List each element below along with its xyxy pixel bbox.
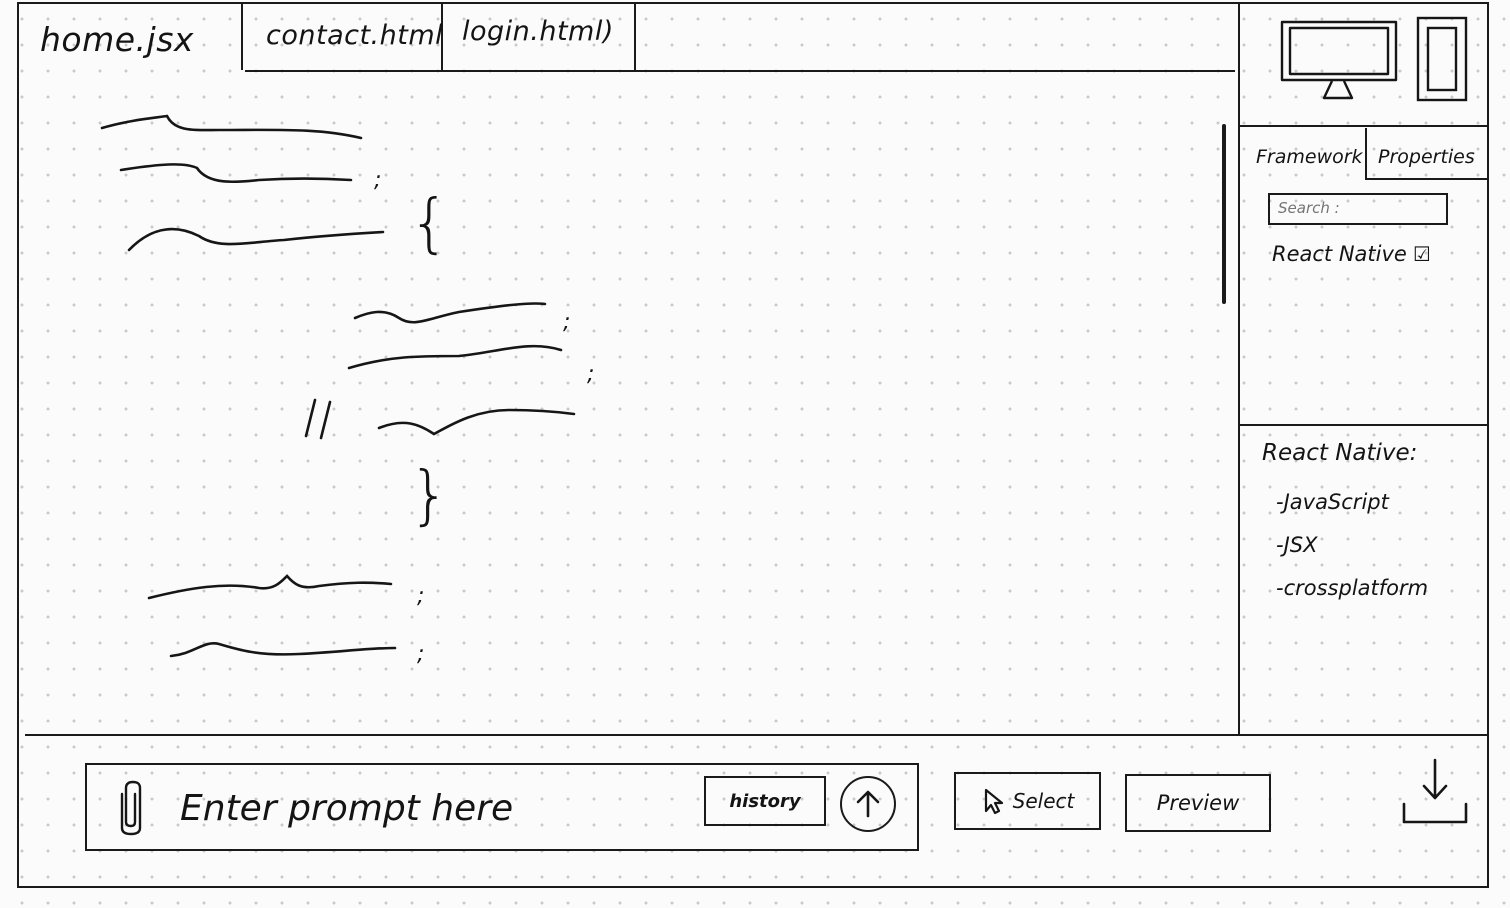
semicolon: ; [563,310,571,335]
semicolon: ; [587,362,595,387]
semicolon: ; [417,642,425,667]
panel-tab-framework[interactable]: Framework [1256,146,1363,168]
select-button-label: Select [1012,789,1075,813]
tab-bar-underline [245,70,1235,72]
tab-login-html[interactable]: login.html) [462,16,614,47]
properties-title: React Native: [1262,440,1418,466]
code-line [100,114,363,140]
tab-contact-html[interactable]: contact.html [266,20,443,51]
history-button[interactable]: history [704,776,826,826]
prompt-input[interactable] [180,782,680,834]
panel-tab-divider [1365,128,1367,180]
preview-button[interactable]: Preview [1125,774,1271,832]
tab-divider [241,4,243,70]
panel-tab-properties[interactable]: Properties [1378,146,1475,168]
property-item: -crossplatform [1276,576,1429,600]
code-line [127,227,385,252]
panel-tab-underline [1367,178,1488,180]
panel-divider [1238,4,1240,736]
tab-divider [634,4,636,72]
code-line [353,302,547,324]
panel-section-divider [1240,424,1488,426]
property-item: -JavaScript [1276,490,1389,514]
desktop-monitor-icon[interactable] [1280,18,1398,100]
arrow-up-icon [856,790,880,818]
code-line [169,641,397,658]
property-item: -JSX [1276,533,1318,557]
tab-home-jsx[interactable]: home.jsx [40,20,194,59]
mobile-phone-icon[interactable] [1416,16,1468,102]
bottom-bar-divider [25,734,1489,736]
cursor-icon [984,788,1003,815]
framework-option-react-native[interactable]: React Native ☑ [1272,242,1431,266]
editor-tab-bar [19,4,1237,74]
code-line [147,574,393,600]
framework-option-label: React Native [1272,242,1407,266]
close-brace: } [409,459,450,533]
open-brace: { [409,187,450,261]
semicolon: ; [374,168,382,193]
framework-search-input[interactable] [1278,199,1438,217]
semicolon: ; [417,584,425,609]
checkbox-checked-icon[interactable]: ☑ [1413,242,1431,266]
code-placeholder-lines [100,114,576,658]
code-line [119,163,353,184]
code-line [347,344,563,370]
select-button[interactable]: Select [954,772,1101,830]
editor-scrollbar[interactable] [1222,124,1226,304]
send-prompt-button[interactable] [840,776,896,832]
code-line [377,408,576,436]
download-icon[interactable] [1400,756,1470,826]
comment-slash [304,398,332,440]
paperclip-icon[interactable] [112,780,150,836]
framework-search-field[interactable] [1268,193,1448,225]
code-editor[interactable]: ; { ; ; } ; ; [19,74,1237,734]
